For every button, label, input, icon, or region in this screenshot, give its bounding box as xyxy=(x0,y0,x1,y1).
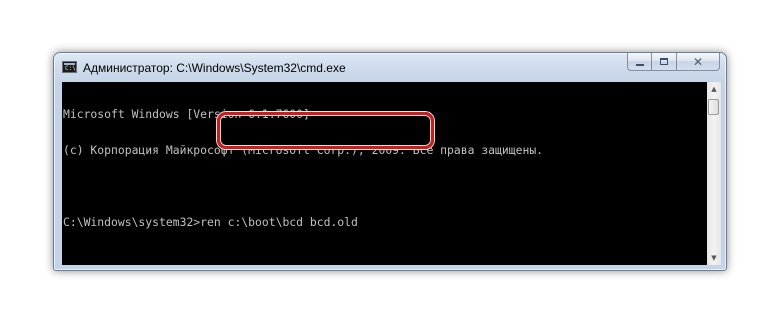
scroll-down-arrow-icon: ▼ xyxy=(711,254,717,262)
maximize-button[interactable] xyxy=(652,53,677,71)
window-title: Администратор: C:\Windows\System32\cmd.e… xyxy=(83,61,346,75)
close-icon: ✕ xyxy=(692,54,704,69)
window-controls: ✕ xyxy=(627,53,720,72)
command-highlight-annotation xyxy=(217,112,434,149)
minimize-button[interactable] xyxy=(627,53,652,71)
console-line-blank xyxy=(63,180,543,192)
close-button[interactable]: ✕ xyxy=(677,53,720,71)
scroll-up-button[interactable]: ▲ xyxy=(707,82,721,96)
cmd-icon[interactable]: C:\ xyxy=(62,61,77,73)
scroll-down-button[interactable]: ▼ xyxy=(707,251,721,265)
scroll-up-arrow-icon: ▲ xyxy=(711,85,717,93)
console-output[interactable]: Microsoft Windows [Version 6.1.7600] (c)… xyxy=(62,82,707,265)
title-bar[interactable]: C:\ Администратор: C:\Windows\System32\c… xyxy=(54,53,726,81)
minimize-icon xyxy=(635,63,644,66)
scroll-thumb[interactable] xyxy=(708,99,719,115)
maximize-icon xyxy=(660,58,668,65)
vertical-scrollbar[interactable]: ▲ ▼ xyxy=(707,82,721,265)
console-line-command: C:\Windows\system32>ren c:\boot\bcd bcd.… xyxy=(63,215,358,229)
cmd-window: C:\ Администратор: C:\Windows\System32\c… xyxy=(53,52,727,271)
console-text: Microsoft Windows [Version 6.1.7600] (c)… xyxy=(63,84,543,252)
